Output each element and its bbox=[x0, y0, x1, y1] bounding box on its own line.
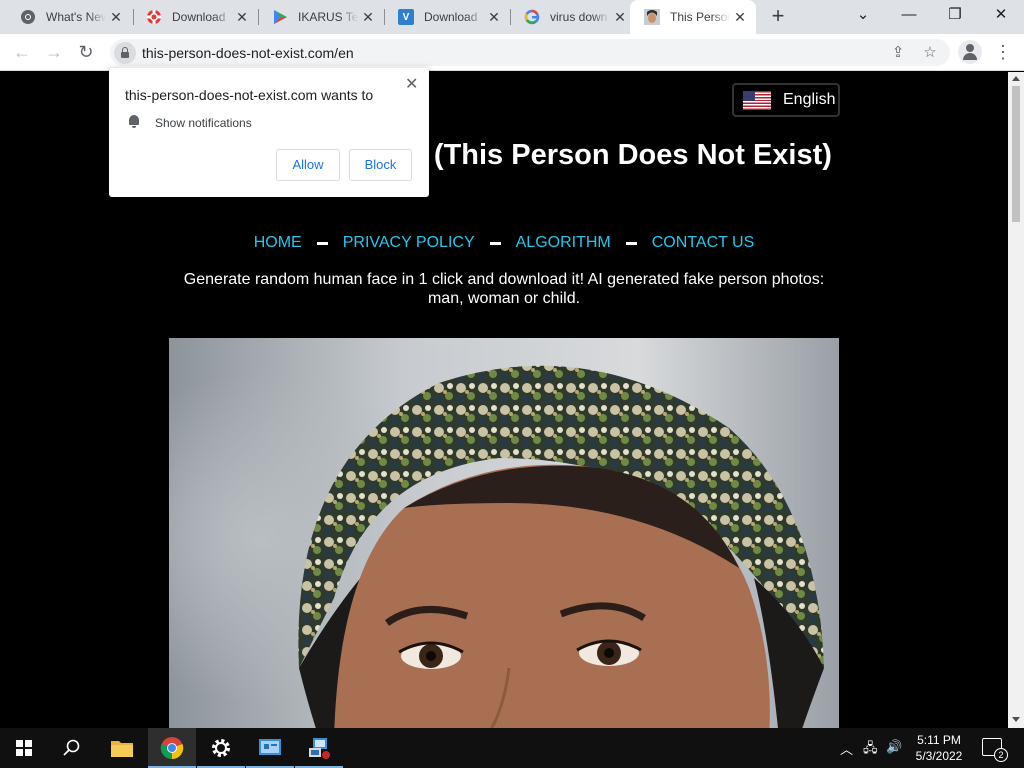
computer-network-icon bbox=[309, 738, 330, 759]
chrome-icon bbox=[160, 737, 184, 760]
ve-icon: V bbox=[398, 9, 414, 25]
nav-divider bbox=[625, 241, 637, 245]
file-explorer-button[interactable] bbox=[98, 728, 146, 768]
gear-icon bbox=[212, 739, 230, 757]
network-app-button[interactable] bbox=[295, 728, 343, 768]
notification-permission-popup: this-person-does-not-exist.com wants to … bbox=[109, 68, 429, 197]
close-icon[interactable]: ✕ bbox=[610, 9, 630, 26]
nav-divider bbox=[316, 241, 328, 245]
tab-ikarus[interactable]: IKARUS Te ✕ bbox=[258, 0, 384, 34]
close-window-button[interactable]: ✕ bbox=[978, 0, 1024, 30]
site-description: Generate random human face in 1 click an… bbox=[183, 271, 825, 307]
site-nav: HOME PRIVACY POLICY ALGORITHM CONTACT US bbox=[170, 234, 838, 252]
forward-button[interactable]: → bbox=[42, 40, 66, 64]
tab-title: Download bbox=[172, 10, 226, 24]
bookmark-star-icon[interactable]: ☆ bbox=[920, 43, 940, 63]
network-settings-icon bbox=[259, 739, 281, 755]
tab-whats-new[interactable]: What's New ✕ bbox=[6, 0, 132, 34]
tab-this-person[interactable]: This Person ✕ bbox=[630, 0, 756, 34]
tab-search-icon[interactable]: ⌄ bbox=[840, 0, 886, 30]
nav-algorithm[interactable]: ALGORITHM bbox=[516, 234, 611, 252]
page-scrollbar[interactable] bbox=[1008, 72, 1024, 728]
tab-strip: What's New ✕ Download ✕ IKARUS Te ✕ V Do… bbox=[0, 0, 1024, 34]
browser-toolbar: ← → ↻ this-person-does-not-exist.com/en … bbox=[0, 34, 1024, 71]
nav-contact-us[interactable]: CONTACT US bbox=[652, 234, 755, 252]
tab-title: Download bbox=[424, 10, 478, 24]
permission-label: Show notifications bbox=[155, 116, 252, 130]
us-flag-icon bbox=[743, 90, 771, 110]
restore-button[interactable]: ❐ bbox=[932, 0, 978, 30]
settings-button[interactable] bbox=[197, 728, 245, 768]
address-bar[interactable]: this-person-does-not-exist.com/en ⇪ ☆ bbox=[110, 39, 950, 66]
close-icon[interactable]: ✕ bbox=[358, 9, 378, 26]
url-text[interactable]: this-person-does-not-exist.com/en bbox=[142, 45, 354, 61]
folder-icon bbox=[111, 741, 133, 757]
allow-button[interactable]: Allow bbox=[276, 149, 340, 181]
close-icon[interactable]: ✕ bbox=[106, 9, 126, 26]
share-icon[interactable]: ⇪ bbox=[888, 43, 908, 63]
clock-time: 5:11 PM bbox=[917, 733, 961, 747]
nav-home[interactable]: HOME bbox=[254, 234, 302, 252]
scroll-up-arrow-icon[interactable] bbox=[1012, 76, 1020, 81]
tab-title: What's New bbox=[46, 10, 106, 24]
notification-count-badge: 2 bbox=[994, 748, 1008, 762]
nav-privacy-policy[interactable]: PRIVACY POLICY bbox=[343, 234, 475, 252]
tab-download-2[interactable]: V Download ✕ bbox=[384, 0, 510, 34]
close-icon[interactable]: ✕ bbox=[484, 9, 504, 26]
lifebuoy-icon bbox=[146, 9, 162, 25]
language-label: English bbox=[783, 91, 836, 108]
block-button[interactable]: Block bbox=[349, 149, 412, 181]
control-panel-button[interactable] bbox=[246, 728, 294, 768]
tab-title: virus down bbox=[550, 10, 608, 24]
language-selector[interactable]: English bbox=[732, 83, 840, 117]
tab-title: This Person bbox=[670, 10, 730, 24]
play-icon bbox=[272, 9, 288, 25]
clock-date: 5/3/2022 bbox=[915, 749, 963, 763]
popup-title: this-person-does-not-exist.com wants to bbox=[125, 87, 374, 103]
minimize-button[interactable]: — bbox=[886, 0, 932, 30]
close-icon[interactable]: ✕ bbox=[232, 9, 252, 26]
tab-download-1[interactable]: Download ✕ bbox=[132, 0, 258, 34]
windows-logo-icon bbox=[16, 740, 32, 756]
chrome-icon bbox=[20, 9, 36, 25]
scroll-down-arrow-icon[interactable] bbox=[1012, 717, 1020, 722]
tab-title: IKARUS Te bbox=[298, 10, 358, 24]
new-tab-button[interactable]: + bbox=[765, 4, 791, 30]
close-icon[interactable]: ✕ bbox=[730, 9, 750, 26]
portrait-icon bbox=[644, 9, 660, 25]
chrome-taskbar-button[interactable] bbox=[148, 728, 196, 768]
close-icon[interactable]: ✕ bbox=[405, 74, 418, 94]
tab-virus-download[interactable]: virus down ✕ bbox=[510, 0, 636, 34]
windows-taskbar: ︿ 🖧 🔊 5:11 PM 5/3/2022 2 bbox=[0, 728, 1024, 768]
bell-icon bbox=[128, 115, 140, 128]
more-menu-icon[interactable]: ⋮ bbox=[994, 40, 1012, 64]
google-icon bbox=[524, 9, 540, 25]
reload-button[interactable]: ↻ bbox=[74, 40, 98, 64]
system-clock[interactable]: 5:11 PM 5/3/2022 bbox=[908, 732, 970, 764]
lock-icon[interactable] bbox=[114, 42, 136, 64]
tray-overflow-chevron-icon[interactable]: ︿ bbox=[840, 739, 853, 758]
nav-divider bbox=[489, 241, 501, 245]
start-button[interactable] bbox=[0, 728, 48, 768]
scrollbar-thumb[interactable] bbox=[1012, 86, 1020, 222]
profile-avatar-icon[interactable] bbox=[958, 40, 982, 64]
back-button[interactable]: ← bbox=[10, 40, 34, 64]
volume-icon[interactable]: 🔊 bbox=[886, 739, 902, 755]
search-button[interactable] bbox=[48, 728, 96, 768]
network-icon[interactable]: 🖧 bbox=[863, 739, 878, 761]
generated-face-image[interactable] bbox=[169, 338, 839, 728]
search-icon bbox=[63, 739, 80, 756]
